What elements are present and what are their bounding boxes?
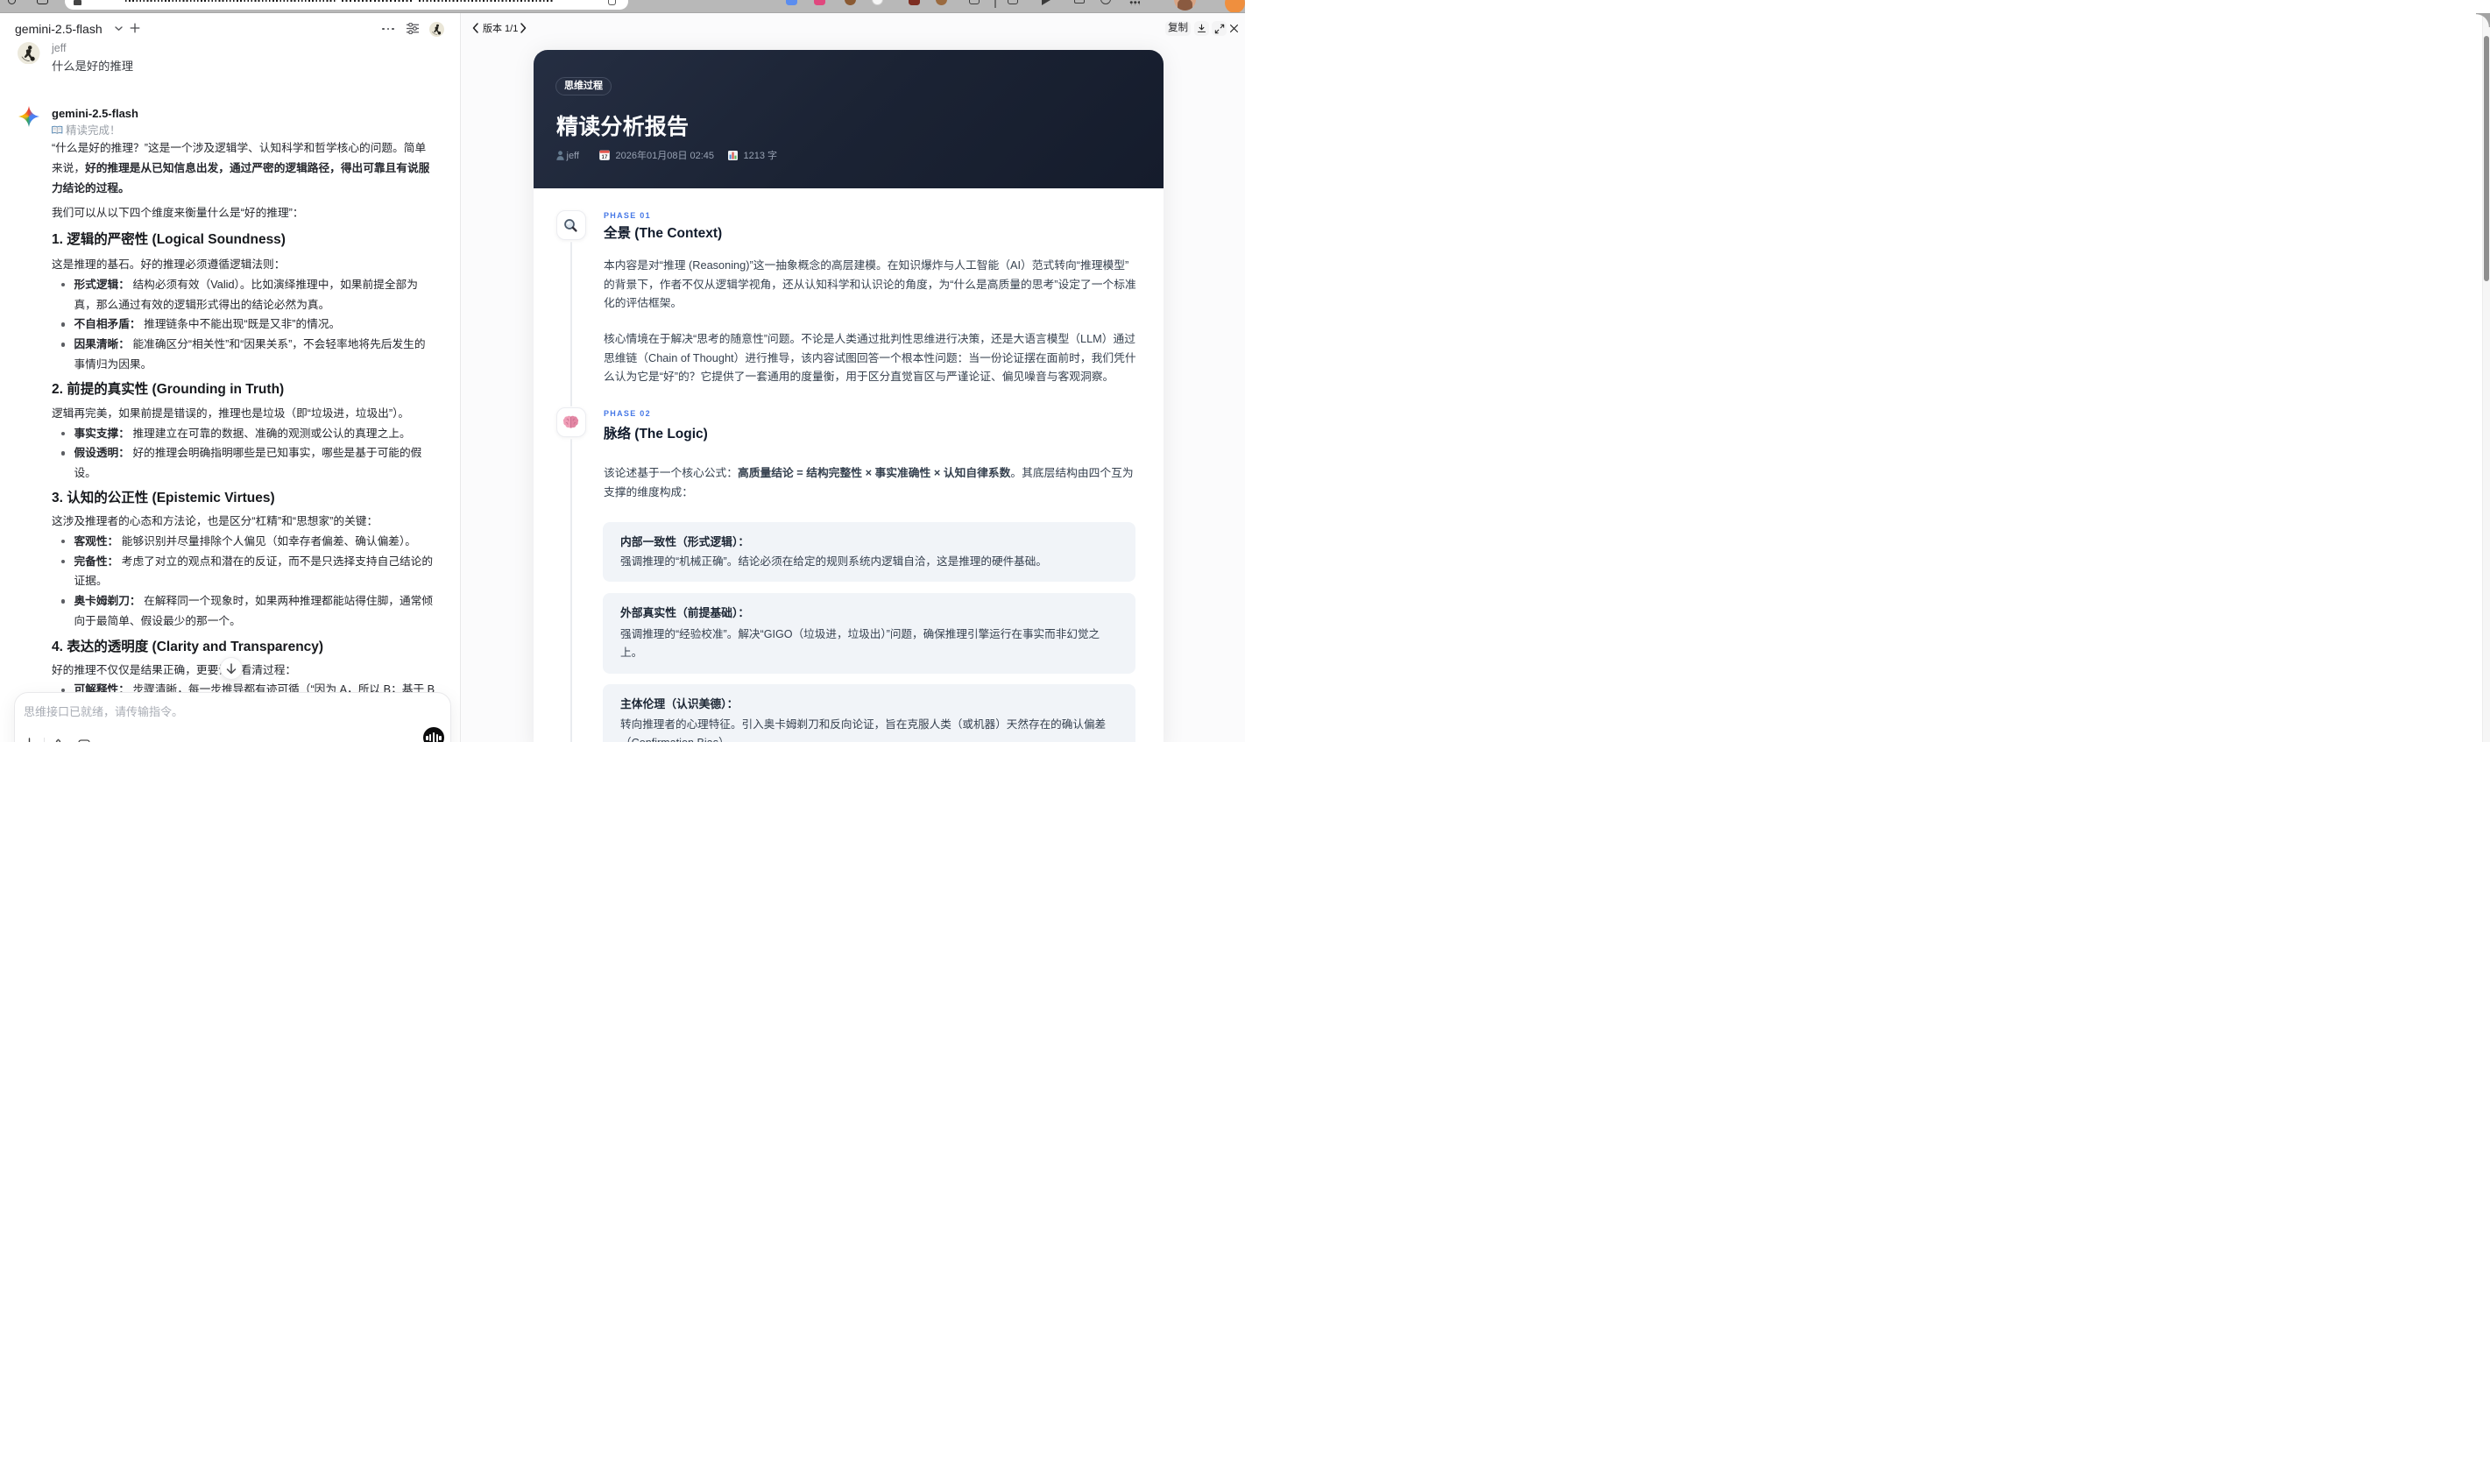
svg-text:17: 17 (602, 154, 608, 160)
